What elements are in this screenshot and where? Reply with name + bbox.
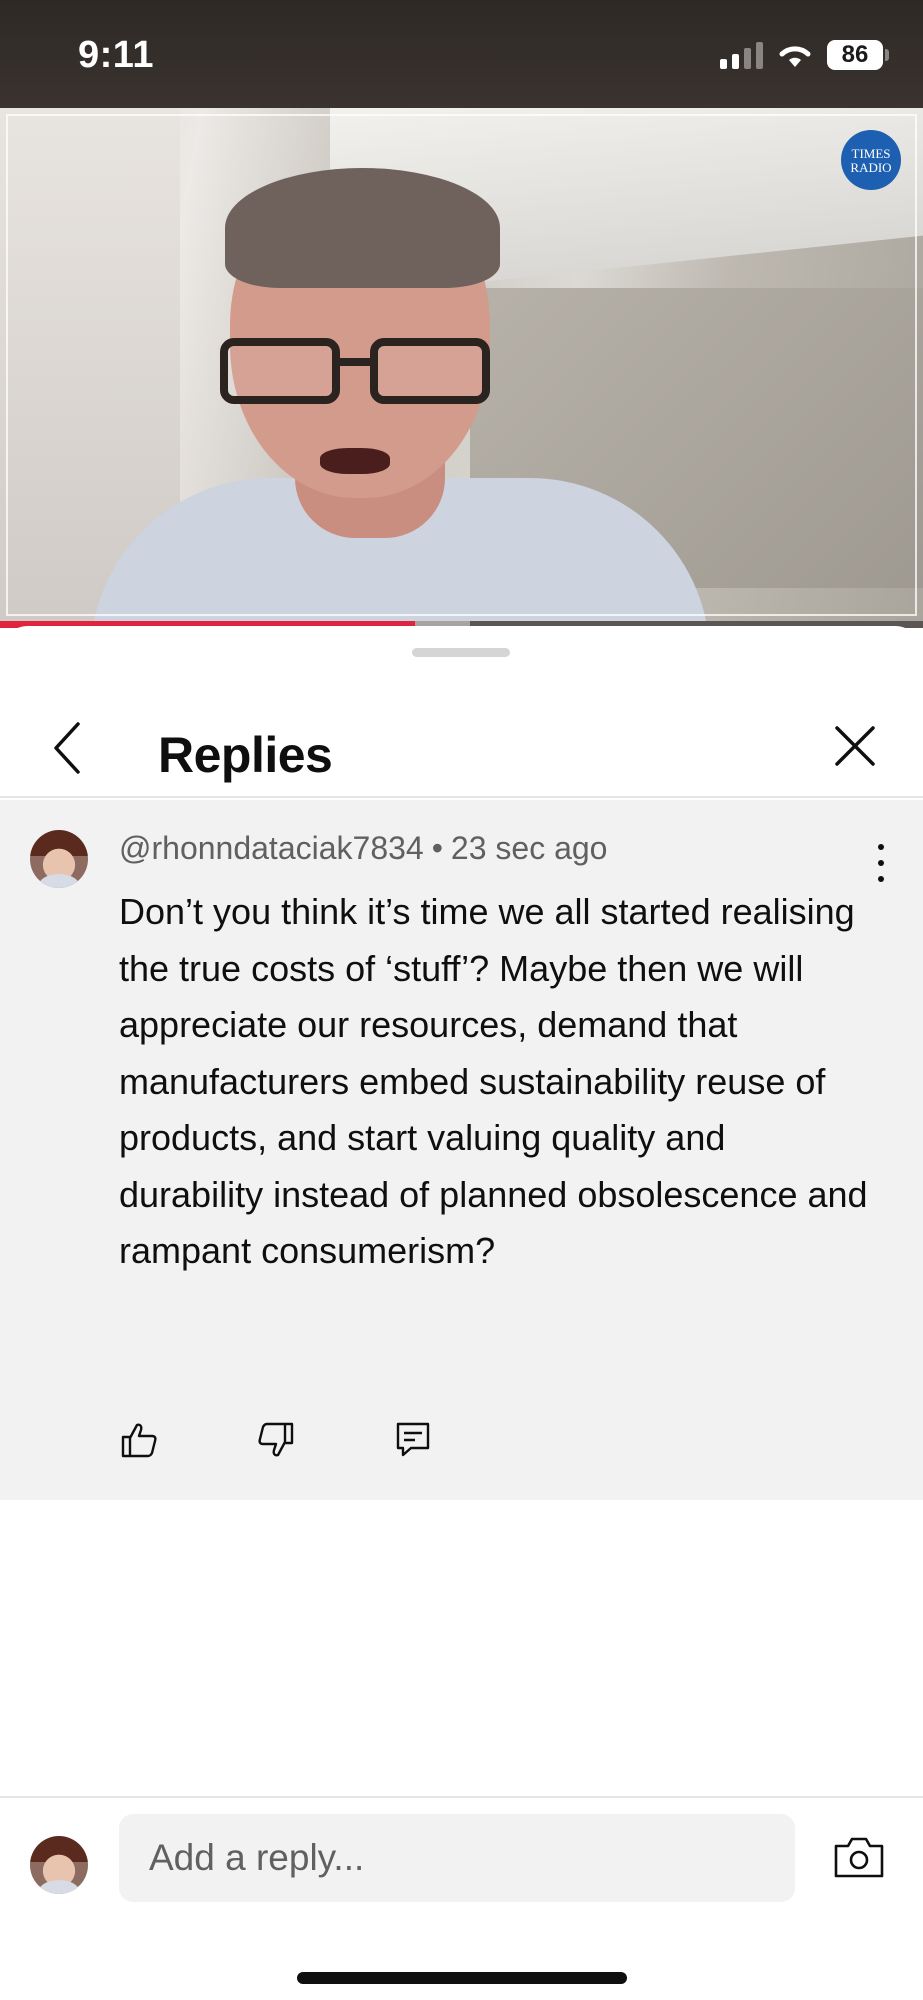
channel-logo: TIMES RADIO <box>841 130 901 190</box>
status-icons: 86 <box>720 40 889 70</box>
thumbs-down-icon[interactable] <box>256 1420 296 1460</box>
meta-separator: • <box>431 830 443 866</box>
comment-meta: @rhonndataciak7834 • 23 sec ago <box>119 830 607 867</box>
avatar[interactable] <box>30 830 88 888</box>
thumbs-up-icon[interactable] <box>119 1420 159 1460</box>
reply-input[interactable]: Add a reply... <box>119 1814 795 1902</box>
status-bar: 9:11 86 <box>0 0 923 108</box>
comment-timestamp: 23 sec ago <box>450 830 608 866</box>
comment-text: Don’t you think it’s time we all started… <box>119 891 868 1271</box>
chevron-left-icon[interactable] <box>46 720 90 776</box>
battery-icon: 86 <box>827 40 889 70</box>
comment-author[interactable]: @rhonndataciak7834 <box>119 830 424 866</box>
replies-header: Replies <box>0 698 923 798</box>
reply-comment-icon[interactable] <box>393 1420 433 1460</box>
camera-icon[interactable] <box>833 1834 885 1880</box>
reply-bar: Add a reply... <box>0 1796 923 2000</box>
video-player[interactable]: TIMES RADIO <box>0 108 923 628</box>
wifi-icon <box>779 46 811 67</box>
close-icon[interactable] <box>833 724 877 768</box>
video-frame-border <box>6 114 917 616</box>
comment: @rhonndataciak7834 • 23 sec ago Don’t you … <box>0 800 923 1500</box>
drag-handle[interactable] <box>412 648 510 657</box>
cellular-signal-icon <box>720 41 763 69</box>
status-time: 9:11 <box>78 34 154 76</box>
replies-sheet: Replies @rhonndataciak7834 • 23 sec ago Do… <box>0 626 923 2000</box>
more-options-icon[interactable] <box>875 844 887 882</box>
battery-level: 86 <box>841 41 869 68</box>
comment-actions <box>119 1420 433 1460</box>
avatar <box>30 1836 88 1894</box>
replies-title: Replies <box>158 727 333 783</box>
home-indicator <box>297 1972 627 1984</box>
